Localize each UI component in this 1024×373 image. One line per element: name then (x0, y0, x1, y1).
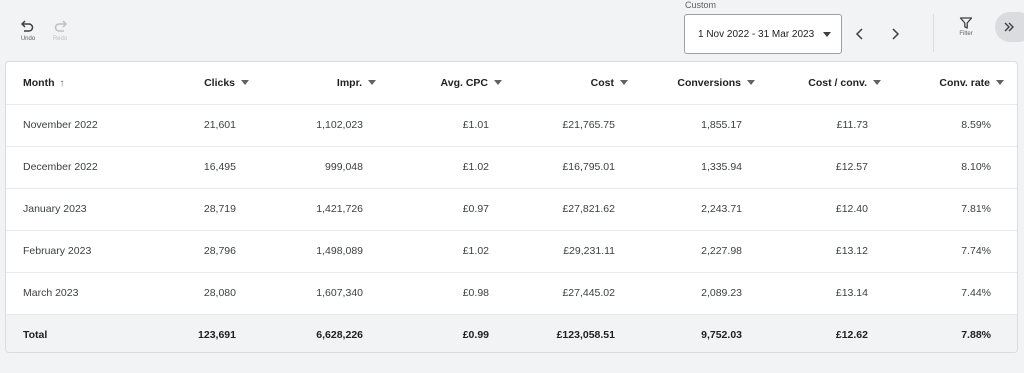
sort-caret-icon (241, 80, 249, 86)
cell-avg-cpc: £0.97 (391, 187, 517, 230)
dropdown-caret-icon (823, 32, 831, 37)
cell-total-conversions: 9,752.03 (643, 313, 770, 352)
cell-avg-cpc: £1.02 (391, 145, 517, 188)
table-row: March 2023 28,080 1,607,340 £0.98 £27,44… (6, 271, 1017, 314)
cell-total-conv-rate: 7.88% (896, 313, 1017, 352)
cell-conv-rate: 8.59% (896, 103, 1017, 146)
data-table: Month ↑ Clicks Impr. Avg. CPC Cost Conver… (6, 62, 1017, 352)
column-header-impressions[interactable]: Impr. (264, 62, 391, 104)
cell-impressions: 1,607,340 (264, 271, 391, 314)
cell-total-impressions: 6,628,226 (264, 313, 391, 352)
cell-cost: £16,795.01 (517, 145, 643, 188)
table-row: January 2023 28,719 1,421,726 £0.97 £27,… (6, 187, 1017, 230)
cell-cost: £27,821.62 (517, 187, 643, 230)
column-header-clicks[interactable]: Clicks (136, 62, 264, 104)
cell-conversions: 1,855.17 (643, 103, 770, 146)
cell-total-cost-per-conv: £12.62 (770, 313, 896, 352)
cell-total-label: Total (6, 313, 136, 352)
redo-button[interactable]: Redo (45, 18, 75, 42)
cell-cost-per-conv: £13.12 (770, 229, 896, 272)
sort-ascending-icon: ↑ (59, 77, 65, 89)
cell-total-avg-cpc: £0.99 (391, 313, 517, 352)
table-row: February 2023 28,796 1,498,089 £1.02 £29… (6, 229, 1017, 272)
date-range-value: 1 Nov 2022 - 31 Mar 2023 (698, 28, 815, 40)
redo-icon (52, 18, 68, 34)
cell-impressions: 1,421,726 (264, 187, 391, 230)
sort-caret-icon (494, 80, 502, 86)
chevron-left-icon (855, 28, 863, 40)
undo-button[interactable]: Undo (13, 18, 43, 42)
next-range-button[interactable] (887, 25, 903, 43)
cell-conversions: 1,335.94 (643, 145, 770, 188)
filter-icon (959, 17, 973, 29)
cell-cost: £27,445.02 (517, 271, 643, 314)
cell-cost: £21,765.75 (517, 103, 643, 146)
expand-panel-button[interactable] (995, 12, 1024, 42)
column-header-avg-cpc[interactable]: Avg. CPC (391, 62, 517, 104)
sort-caret-icon (996, 80, 1004, 86)
sort-caret-icon (368, 80, 376, 86)
cell-conversions: 2,227.98 (643, 229, 770, 272)
column-header-cost[interactable]: Cost (517, 62, 643, 104)
sort-caret-icon (620, 80, 628, 86)
column-header-conv-rate[interactable]: Conv. rate (896, 62, 1017, 104)
cell-cost: £29,231.11 (517, 229, 643, 272)
cell-month: November 2022 (6, 103, 136, 146)
chevron-right-icon (892, 28, 900, 40)
filter-label: Filter (959, 31, 973, 37)
cell-conv-rate: 7.74% (896, 229, 1017, 272)
cell-cost-per-conv: £12.40 (770, 187, 896, 230)
toolbar-divider (933, 14, 934, 52)
cell-month: December 2022 (6, 145, 136, 188)
sort-caret-icon (873, 80, 881, 86)
performance-table: Month ↑ Clicks Impr. Avg. CPC Cost Conver… (5, 61, 1018, 353)
filter-button[interactable]: Filter (952, 16, 980, 37)
cell-conv-rate: 8.10% (896, 145, 1017, 188)
cell-cost-per-conv: £11.73 (770, 103, 896, 146)
cell-month: January 2023 (6, 187, 136, 230)
cell-clicks: 21,601 (136, 103, 264, 146)
double-chevron-right-icon (1004, 22, 1014, 32)
sort-caret-icon (747, 80, 755, 86)
column-header-month[interactable]: Month ↑ (6, 62, 136, 104)
undo-label: Undo (20, 36, 36, 42)
redo-label: Redo (52, 36, 68, 42)
table-row: November 2022 21,601 1,102,023 £1.01 £21… (6, 103, 1017, 146)
cell-avg-cpc: £1.02 (391, 229, 517, 272)
cell-impressions: 1,498,089 (264, 229, 391, 272)
column-header-conversions[interactable]: Conversions (643, 62, 770, 104)
cell-clicks: 16,495 (136, 145, 264, 188)
cell-impressions: 1,102,023 (264, 103, 391, 146)
column-header-cost-per-conv[interactable]: Cost / conv. (770, 62, 896, 104)
cell-total-cost: £123,058.51 (517, 313, 643, 352)
cell-avg-cpc: £1.01 (391, 103, 517, 146)
toolbar: Undo Redo Custom 1 Nov 2022 - 31 Mar 202… (0, 0, 1024, 60)
date-range-select[interactable]: 1 Nov 2022 - 31 Mar 2023 (684, 14, 842, 54)
undo-icon (20, 18, 36, 34)
cell-conv-rate: 7.81% (896, 187, 1017, 230)
cell-cost-per-conv: £12.57 (770, 145, 896, 188)
cell-clicks: 28,719 (136, 187, 264, 230)
previous-range-button[interactable] (852, 25, 868, 43)
table-total-row: Total 123,691 6,628,226 £0.99 £123,058.5… (6, 313, 1017, 352)
cell-impressions: 999,048 (264, 145, 391, 188)
cell-conversions: 2,243.71 (643, 187, 770, 230)
cell-month: February 2023 (6, 229, 136, 272)
cell-conv-rate: 7.44% (896, 271, 1017, 314)
cell-clicks: 28,796 (136, 229, 264, 272)
cell-total-clicks: 123,691 (136, 313, 264, 352)
cell-clicks: 28,080 (136, 271, 264, 314)
cell-avg-cpc: £0.98 (391, 271, 517, 314)
cell-conversions: 2,089.23 (643, 271, 770, 314)
date-range-label: Custom (685, 0, 717, 10)
table-header-row: Month ↑ Clicks Impr. Avg. CPC Cost Conver… (6, 62, 1017, 104)
cell-cost-per-conv: £13.14 (770, 271, 896, 314)
table-row: December 2022 16,495 999,048 £1.02 £16,7… (6, 145, 1017, 188)
cell-month: March 2023 (6, 271, 136, 314)
